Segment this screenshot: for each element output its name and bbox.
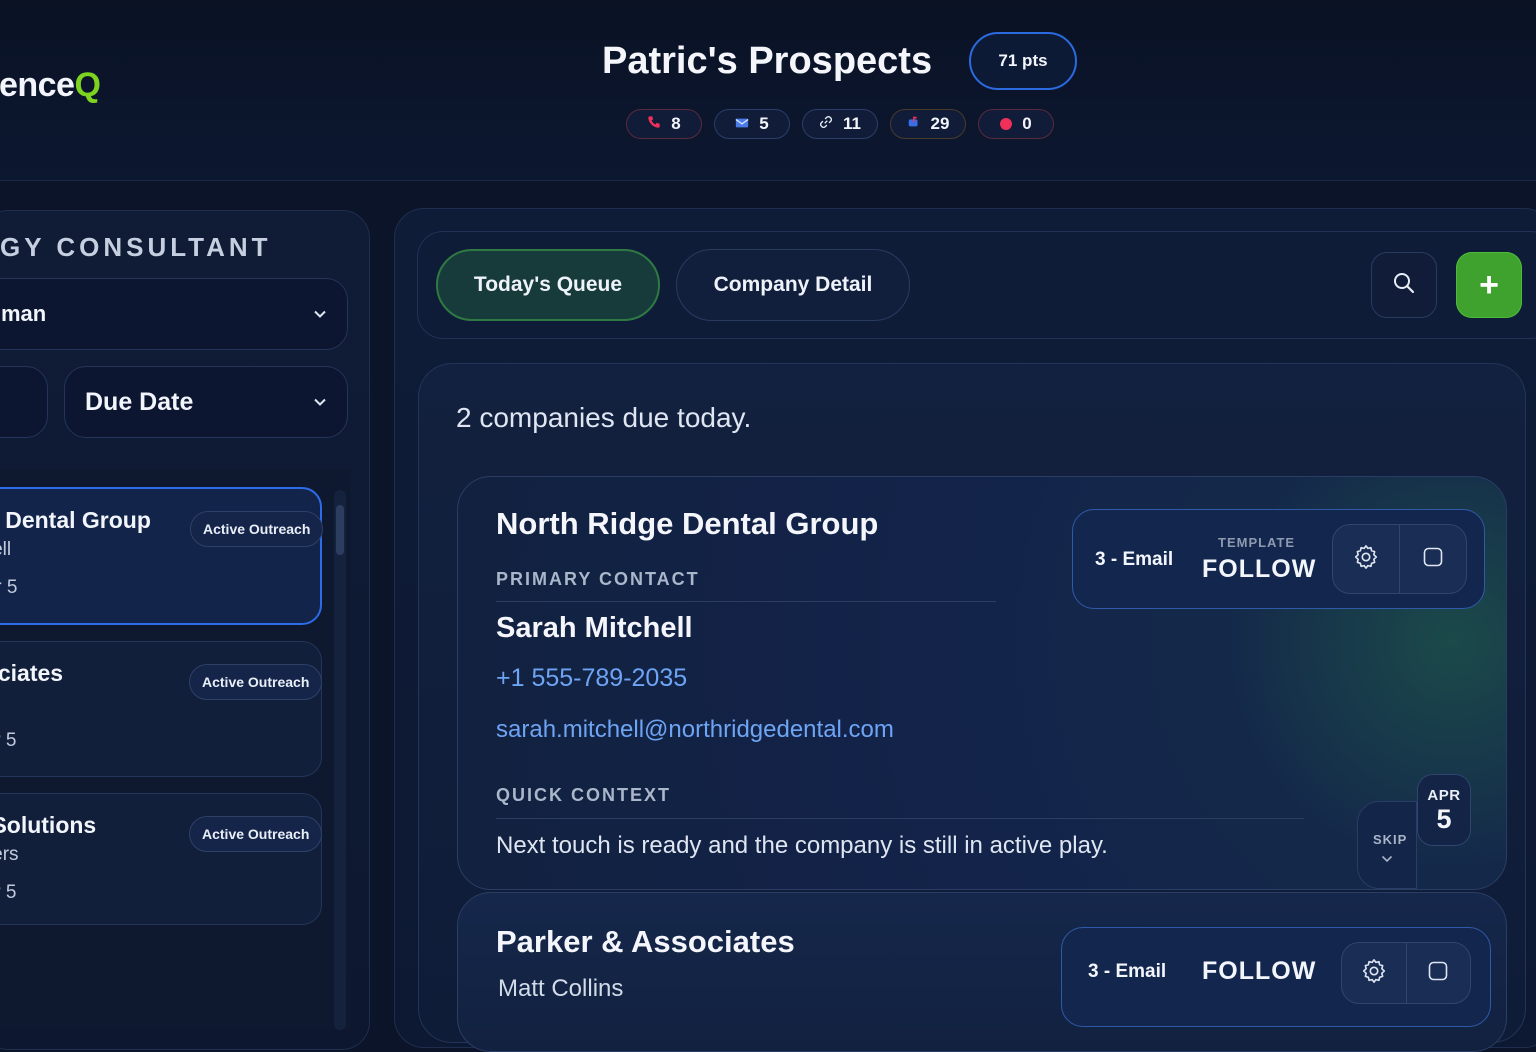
- gear-icon: [1352, 543, 1380, 576]
- chevron-down-icon: [1381, 850, 1393, 866]
- list-scrollbar[interactable]: [334, 490, 346, 1030]
- template-label: TEMPLATE: [1218, 535, 1296, 550]
- activity-stats: 8 5 11 29 0: [626, 109, 1054, 139]
- stat-emails-value: 5: [759, 114, 769, 133]
- list-item[interactable]: ge Dental Group chell Apr 5 Active Outre…: [0, 487, 324, 625]
- action-step: 3 - Email: [1088, 961, 1167, 982]
- gear-icon: [1360, 957, 1388, 990]
- list-item-due: Apr 5: [0, 730, 17, 751]
- chevron-down-icon: [313, 304, 327, 325]
- status-badge: Active Outreach: [189, 664, 323, 700]
- template-name: FOLLOW: [1202, 555, 1317, 583]
- settings-button[interactable]: [1342, 943, 1406, 1003]
- stat-mailbox-value: 29: [930, 114, 950, 133]
- list-item-due: Apr 5: [0, 882, 17, 903]
- sort-select[interactable]: Due Date: [64, 366, 348, 438]
- checkbox-icon: [1422, 546, 1444, 573]
- search-icon: [1393, 272, 1415, 299]
- quick-context-text: Next touch is ready and the company is s…: [496, 832, 1108, 859]
- queue-summary: 2 companies due today.: [456, 402, 752, 433]
- stat-calls-value: 8: [671, 114, 681, 133]
- card-company-name: Parker & Associates: [496, 924, 795, 959]
- tab-company-detail[interactable]: Company Detail: [676, 249, 910, 321]
- brand-logo[interactable]: lenceQ: [0, 66, 101, 105]
- due-day: 5: [1436, 804, 1452, 834]
- sidebar-role-title: GY CONSULTANT: [0, 232, 272, 262]
- record-dot-icon: [1000, 118, 1013, 130]
- divider: [496, 818, 1304, 819]
- filter-select[interactable]: [0, 366, 48, 438]
- list-item-due: Apr 5: [0, 577, 18, 598]
- complete-checkbox[interactable]: [1399, 525, 1466, 593]
- action-icon-group: [1332, 524, 1467, 594]
- contact-phone-link[interactable]: +1 555-789-2035: [496, 664, 687, 693]
- search-button[interactable]: [1371, 252, 1437, 318]
- quick-context-label: QUICK CONTEXT: [496, 785, 672, 805]
- contact-email-link[interactable]: sarah.mitchell@northridgedental.com: [496, 716, 894, 744]
- action-step: 3 - Email: [1095, 549, 1174, 570]
- link-icon: [819, 114, 833, 134]
- contact-name: Matt Collins: [498, 975, 624, 1002]
- chevron-down-icon: [313, 392, 327, 413]
- list-item-contact: nders: [0, 844, 19, 865]
- list-item-company: sociates: [0, 660, 64, 686]
- stat-alerts-value: 0: [1022, 114, 1032, 133]
- template-name: FOLLOW: [1202, 957, 1317, 985]
- status-badge: Active Outreach: [189, 816, 323, 852]
- stat-calls[interactable]: 8: [626, 109, 702, 139]
- list-scrollbar-thumb[interactable]: [336, 505, 344, 555]
- owner-select[interactable]: man: [0, 278, 348, 350]
- status-badge: Active Outreach: [190, 511, 324, 547]
- points-badge: 71 pts: [969, 32, 1077, 90]
- list-item-contact: chell: [0, 539, 12, 560]
- checkbox-icon: [1427, 960, 1449, 987]
- add-button[interactable]: +: [1456, 252, 1522, 318]
- stat-emails[interactable]: 5: [714, 109, 790, 139]
- mail-icon: [735, 114, 749, 134]
- stat-mailbox[interactable]: 29: [890, 109, 966, 139]
- list-item[interactable]: sociates s Apr 5 Active Outreach: [0, 641, 323, 777]
- page-title: Patric's Prospects: [602, 40, 933, 82]
- sort-select-value: Due Date: [85, 387, 194, 416]
- action-icon-group: [1341, 942, 1471, 1004]
- due-date-badge: APR 5: [1417, 774, 1471, 846]
- mailbox-icon: [907, 114, 921, 134]
- skip-label: SKIP: [1373, 832, 1408, 847]
- list-item[interactable]: h Solutions nders Apr 5 Active Outreach: [0, 793, 323, 925]
- owner-select-value: man: [1, 301, 47, 326]
- due-month: APR: [1427, 787, 1461, 804]
- contact-name: Sarah Mitchell: [496, 612, 693, 644]
- primary-contact-label: PRIMARY CONTACT: [496, 569, 700, 589]
- settings-button[interactable]: [1333, 525, 1399, 593]
- stat-links[interactable]: 11: [802, 109, 878, 139]
- divider: [496, 601, 996, 602]
- stat-links-value: 11: [843, 114, 861, 133]
- list-item-company: h Solutions: [0, 812, 97, 838]
- phone-icon: [647, 114, 661, 134]
- card-company-name: North Ridge Dental Group: [496, 506, 879, 541]
- app-header: [0, 0, 1536, 181]
- tab-todays-queue[interactable]: Today's Queue: [436, 249, 660, 321]
- complete-checkbox[interactable]: [1405, 943, 1471, 1003]
- list-item-company: ge Dental Group: [0, 507, 151, 533]
- stat-alerts[interactable]: 0: [978, 109, 1054, 139]
